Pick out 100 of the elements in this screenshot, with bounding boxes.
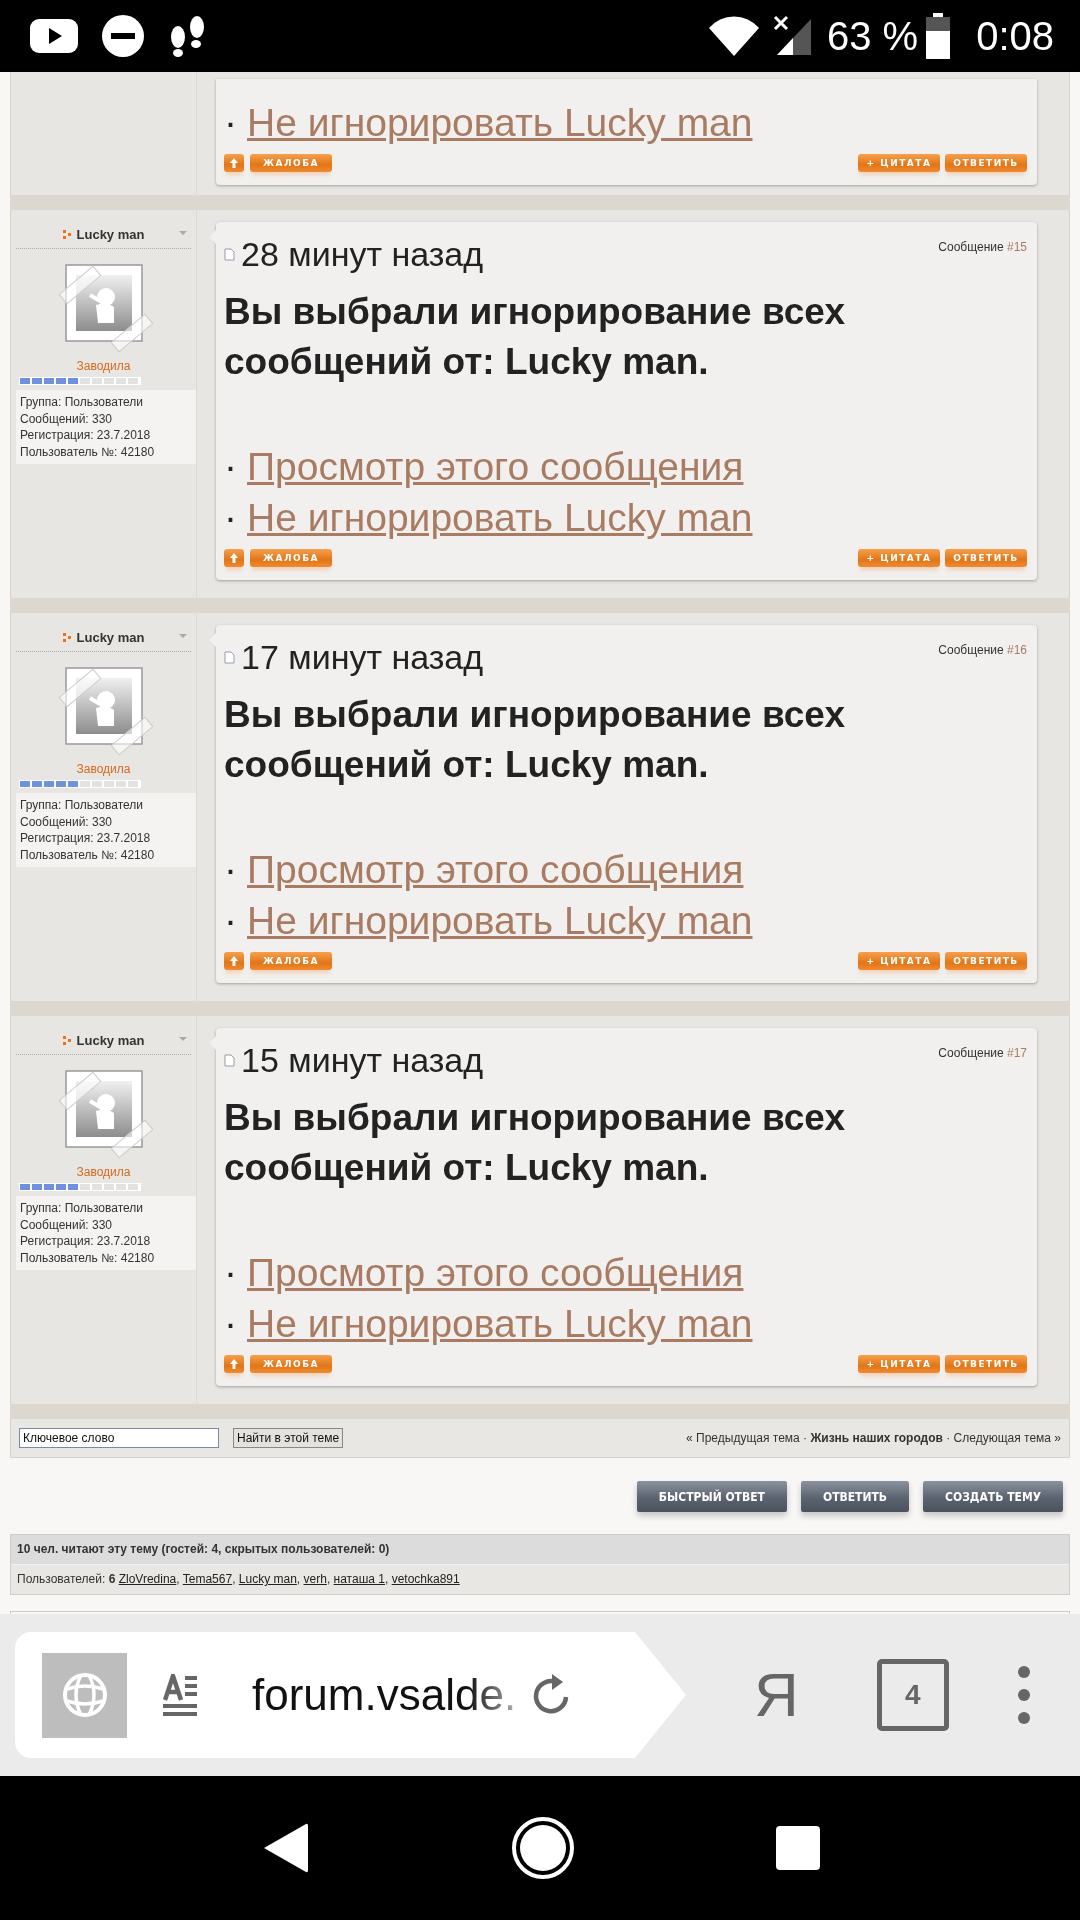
post-link[interactable]: Не игнорировать Lucky man bbox=[247, 492, 753, 543]
post-time: 17 минут назад bbox=[241, 639, 484, 675]
user-rank: Заводила bbox=[76, 1164, 131, 1180]
ignore-notice: Вы выбрали игнорирование всех сообщений от: Lucky man. bbox=[224, 1096, 846, 1190]
users-list: Пользователей: 6 ZloVredina, Tema567, Lucky man, verh, наташа 1, vetochka891 bbox=[11, 1564, 1069, 1594]
user-link[interactable]: Lucky man bbox=[238, 1572, 297, 1586]
bullet: · bbox=[224, 1250, 237, 1296]
report-button[interactable]: ЖАЛОБА bbox=[250, 1355, 332, 1373]
dropdown-caret-icon[interactable] bbox=[179, 1037, 187, 1041]
quote-button[interactable]: + ЦИТАТА bbox=[858, 154, 940, 172]
user-link[interactable]: vetochka891 bbox=[391, 1572, 460, 1586]
reader-mode-icon[interactable] bbox=[163, 1674, 197, 1716]
up-arrow-icon bbox=[230, 158, 238, 168]
bullet: · bbox=[224, 100, 237, 146]
user-info-line: Регистрация: 23.7.2018 bbox=[20, 1233, 152, 1250]
topic-link[interactable]: Следующая тема » bbox=[953, 1431, 1061, 1445]
reply-button[interactable]: ОТВЕТИТЬ bbox=[945, 1355, 1027, 1373]
post-link[interactable]: Просмотр этого сообщения bbox=[247, 844, 744, 895]
user-info-line: Группа: Пользователи bbox=[20, 394, 145, 411]
video-app-icon bbox=[30, 19, 78, 53]
do-not-disturb-icon bbox=[102, 15, 144, 57]
document-icon bbox=[224, 650, 235, 664]
home-icon[interactable] bbox=[511, 1816, 575, 1880]
dropdown-caret-icon[interactable] bbox=[179, 231, 187, 235]
site-info-button[interactable] bbox=[42, 1652, 127, 1738]
topic-link[interactable]: « Предыдущая тема bbox=[686, 1431, 800, 1445]
post-link[interactable]: Не игнорировать Lucky man bbox=[247, 895, 753, 946]
status-icon bbox=[62, 1035, 71, 1045]
user-info-line: Группа: Пользователи bbox=[20, 1200, 145, 1217]
user-info-line: Регистрация: 23.7.2018 bbox=[20, 427, 152, 444]
author-name[interactable]: Lucky man bbox=[76, 226, 145, 242]
tabs-button[interactable]: 4 bbox=[876, 1659, 949, 1731]
message-number: Сообщение #15 bbox=[938, 239, 1027, 255]
footsteps-icon bbox=[168, 13, 206, 59]
battery-percent: 63 % bbox=[826, 13, 919, 60]
message-link[interactable]: #17 bbox=[1006, 1046, 1027, 1060]
up-arrow-icon bbox=[230, 553, 238, 563]
user-rank: Заводила bbox=[76, 358, 131, 374]
user-link[interactable]: Tema567 bbox=[182, 1572, 233, 1586]
quote-button[interactable]: + ЦИТАТА bbox=[858, 1355, 940, 1373]
menu-icon[interactable] bbox=[1016, 1665, 1031, 1725]
author-name[interactable]: Lucky man bbox=[76, 629, 145, 645]
report-button[interactable]: ЖАЛОБА bbox=[250, 549, 332, 567]
bullet: · bbox=[224, 898, 237, 944]
post-link[interactable]: Просмотр этого сообщения bbox=[247, 1247, 744, 1298]
post-link[interactable]: Просмотр этого сообщения bbox=[247, 441, 744, 492]
user-info-line: Группа: Пользователи bbox=[20, 797, 145, 814]
ignore-notice: Вы выбрали игнорирование всех сообщений от: Lucky man. bbox=[224, 693, 846, 787]
user-info-line: Сообщений: 330 bbox=[20, 813, 114, 830]
reply-button[interactable]: ОТВЕТИТЬ bbox=[945, 549, 1027, 567]
quote-button[interactable]: + ЦИТАТА bbox=[858, 549, 940, 567]
message-link[interactable]: #15 bbox=[1006, 240, 1027, 254]
scroll-up-button[interactable] bbox=[224, 952, 244, 970]
battery-icon bbox=[926, 13, 951, 59]
document-icon bbox=[224, 1053, 235, 1067]
report-button[interactable]: ЖАЛОБА bbox=[250, 154, 332, 172]
new-topic-button[interactable]: СОЗДАТЬ ТЕМУ bbox=[923, 1481, 1063, 1512]
up-arrow-icon bbox=[230, 956, 238, 966]
wifi-icon bbox=[708, 16, 759, 56]
bullet: · bbox=[224, 1301, 237, 1347]
dropdown-caret-icon[interactable] bbox=[179, 634, 187, 638]
bullet: · bbox=[224, 847, 237, 893]
user-link[interactable]: verh bbox=[303, 1572, 327, 1586]
message-number: Сообщение #17 bbox=[938, 1045, 1027, 1061]
message-number: Сообщение #16 bbox=[938, 642, 1027, 658]
signal-icon bbox=[772, 15, 813, 57]
readers-title: 10 чел. читают эту тему (гостей: 4, скрытых пользователей: 0) bbox=[11, 1535, 1069, 1564]
author-name[interactable]: Lucky man bbox=[76, 1032, 145, 1048]
address-field[interactable]: forum.vsalde. bbox=[252, 1670, 522, 1720]
recent-apps-icon[interactable] bbox=[775, 1826, 820, 1870]
reply-button[interactable]: ОТВЕТИТЬ bbox=[945, 952, 1027, 970]
quote-button[interactable]: + ЦИТАТА bbox=[858, 952, 940, 970]
document-icon bbox=[224, 247, 235, 261]
reply-button[interactable]: ОТВЕТИТЬ bbox=[800, 1481, 910, 1512]
post-time: 15 минут назад bbox=[241, 1042, 484, 1078]
search-topic-button[interactable]: Найти в этой теме bbox=[233, 1428, 344, 1448]
status-icon bbox=[62, 229, 71, 239]
scroll-up-button[interactable] bbox=[224, 1355, 244, 1373]
scroll-up-button[interactable] bbox=[224, 549, 244, 567]
user-info-line: Пользователь №: 42180 bbox=[20, 846, 156, 863]
post-link[interactable]: Не игнорировать Lucky man bbox=[247, 97, 753, 148]
user-info-line: Пользователь №: 42180 bbox=[20, 1249, 156, 1266]
report-button[interactable]: ЖАЛОБА bbox=[250, 952, 332, 970]
user-info-line: Сообщений: 330 bbox=[20, 410, 114, 427]
user-link[interactable]: наташа 1 bbox=[333, 1572, 385, 1586]
ignore-notice: Вы выбрали игнорирование всех сообщений от: Lucky man. bbox=[224, 290, 846, 384]
post-time: 28 минут назад bbox=[241, 236, 484, 272]
status-icon bbox=[62, 632, 71, 642]
search-engine-button[interactable]: Я bbox=[754, 1664, 799, 1726]
quick-reply-button[interactable]: БЫСТРЫЙ ОТВЕТ bbox=[636, 1481, 787, 1512]
keyword-field[interactable]: Ключевое слово bbox=[19, 1428, 219, 1448]
clock-time: 0:08 bbox=[976, 13, 1054, 60]
user-info-line: Регистрация: 23.7.2018 bbox=[20, 830, 152, 847]
user-info-line: Сообщений: 330 bbox=[20, 1216, 114, 1233]
scroll-up-button[interactable] bbox=[224, 154, 244, 172]
post-link[interactable]: Не игнорировать Lucky man bbox=[247, 1298, 753, 1349]
up-arrow-icon bbox=[230, 1359, 238, 1369]
reply-button[interactable]: ОТВЕТИТЬ bbox=[945, 154, 1027, 172]
bullet: · bbox=[224, 495, 237, 541]
message-link[interactable]: #16 bbox=[1006, 643, 1027, 657]
